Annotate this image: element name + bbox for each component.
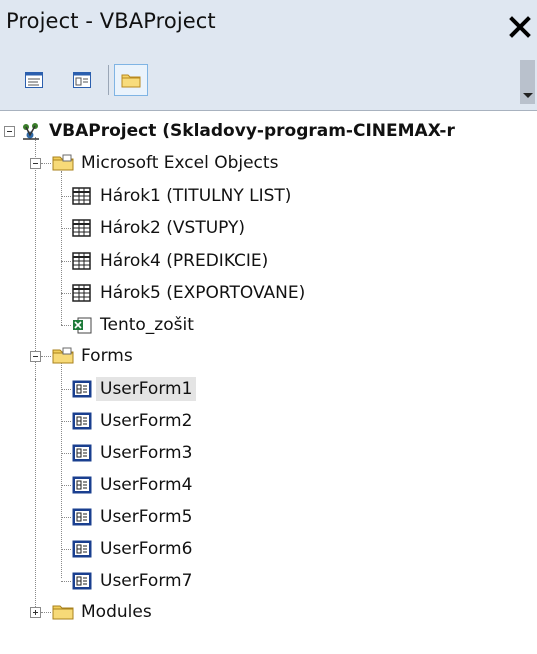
userform-label: UserForm2	[100, 411, 193, 431]
tree-line	[61, 171, 62, 325]
tree-node-userform[interactable]: UserForm7	[71, 566, 196, 596]
userform-icon	[71, 571, 93, 591]
tree-node-userform[interactable]: UserForm4	[71, 470, 196, 500]
modules-label: Modules	[81, 602, 152, 622]
collapse-forms-toggle[interactable]	[30, 351, 41, 362]
userform-label: UserForm7	[100, 571, 193, 591]
userform-icon	[71, 475, 93, 495]
userform-label: UserForm4	[100, 475, 193, 495]
userform-icon	[71, 379, 93, 399]
toggle-folders-button[interactable]	[114, 64, 148, 96]
workbook-label: Tento_zošit	[100, 315, 194, 335]
folder-icon	[52, 602, 74, 622]
tree-node-modules[interactable]: Modules	[52, 597, 156, 627]
view-code-icon	[25, 72, 43, 88]
tree-line	[41, 612, 51, 613]
tree-line	[61, 228, 71, 229]
tree-node-excel-objects[interactable]: Microsoft Excel Objects	[52, 148, 282, 178]
folder-icon	[52, 153, 74, 173]
userform-icon	[71, 443, 93, 463]
tree-node-userform[interactable]: UserForm6	[71, 534, 196, 564]
folder-icon	[121, 74, 141, 88]
tree-node-forms[interactable]: Forms	[52, 341, 137, 371]
excel-objects-label: Microsoft Excel Objects	[81, 153, 279, 173]
folder-icon	[52, 346, 74, 366]
window-title: Project - VBAProject	[6, 9, 216, 33]
tree-line	[61, 453, 71, 454]
sheet-label: Hárok2 (VSTUPY)	[100, 218, 246, 238]
tree-node-userform[interactable]: UserForm3	[71, 438, 196, 468]
excel-workbook-icon	[71, 315, 93, 335]
tree-line	[61, 389, 71, 390]
userform-label: UserForm5	[100, 507, 193, 527]
tree-node-vbaproject[interactable]: VBAProject (Skladovy-program-CINEMAX-r	[20, 116, 459, 146]
userform-icon	[71, 507, 93, 527]
toolbar-separator	[108, 65, 109, 95]
project-tree[interactable]: VBAProject (Skladovy-program-CINEMAX-r M…	[0, 110, 537, 654]
tree-line	[41, 356, 51, 357]
tree-node-sheet[interactable]: Hárok2 (VSTUPY)	[71, 213, 249, 243]
title-bar: Project - VBAProject	[0, 0, 537, 48]
tree-line	[41, 163, 51, 164]
view-code-button[interactable]	[18, 64, 50, 96]
userform-icon	[71, 411, 93, 431]
tree-line	[61, 293, 71, 294]
tree-line	[61, 325, 71, 326]
sheet-label: Hárok4 (PREDIKCIE)	[100, 251, 269, 271]
tree-node-sheet[interactable]: Hárok5 (EXPORTOVANE)	[71, 278, 309, 308]
worksheet-icon	[71, 283, 93, 303]
worksheet-icon	[71, 251, 93, 271]
tree-line	[61, 485, 71, 486]
tree-line	[61, 581, 71, 582]
sheet-label: Hárok1 (TITULNY LIST)	[100, 186, 292, 206]
close-icon	[509, 16, 531, 38]
userform-icon	[71, 539, 93, 559]
vba-project-icon	[20, 121, 42, 141]
tree-line	[61, 196, 71, 197]
tree-line	[61, 517, 71, 518]
userform-label: UserForm1	[96, 377, 197, 401]
collapse-excel-objects-toggle[interactable]	[30, 158, 41, 169]
view-object-icon	[73, 72, 91, 88]
sheet-label: Hárok5 (EXPORTOVANE)	[100, 283, 306, 303]
expand-modules-toggle[interactable]	[30, 607, 41, 618]
forms-label: Forms	[81, 346, 133, 366]
tree-line	[61, 549, 71, 550]
tree-node-userform[interactable]: UserForm1	[71, 374, 197, 404]
toolbar-overflow-grip[interactable]	[520, 60, 535, 104]
worksheet-icon	[71, 218, 93, 238]
tree-node-workbook[interactable]: Tento_zošit	[71, 310, 198, 340]
tree-node-userform[interactable]: UserForm2	[71, 406, 196, 436]
collapse-project-toggle[interactable]	[4, 126, 15, 137]
tree-node-sheet[interactable]: Hárok4 (PREDIKCIE)	[71, 246, 272, 276]
view-object-button[interactable]	[66, 64, 98, 96]
close-button[interactable]	[507, 14, 533, 40]
userform-label: UserForm6	[100, 539, 193, 559]
worksheet-icon	[71, 186, 93, 206]
tree-line	[61, 363, 62, 578]
tree-line	[35, 379, 36, 611]
tree-node-userform[interactable]: UserForm5	[71, 502, 196, 532]
tree-node-sheet[interactable]: Hárok1 (TITULNY LIST)	[71, 181, 295, 211]
project-label: VBAProject (Skladovy-program-CINEMAX-r	[49, 121, 455, 141]
tree-line	[61, 421, 71, 422]
tree-line	[61, 261, 71, 262]
userform-label: UserForm3	[100, 443, 193, 463]
